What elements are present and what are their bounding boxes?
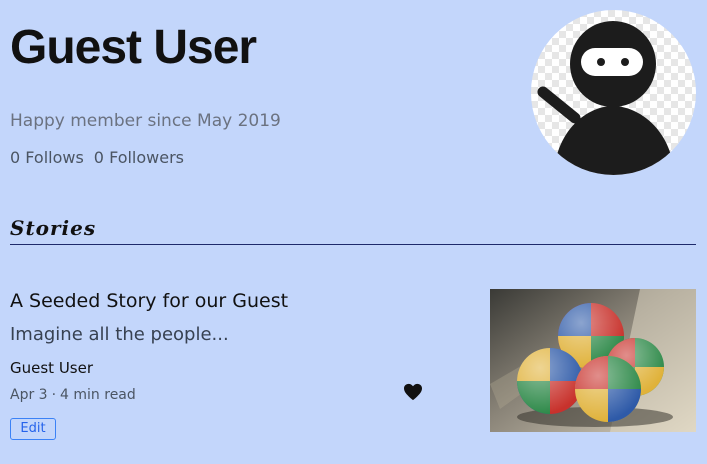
followers-count-link[interactable]: 0 Followers [94,146,184,170]
juggling-balls-image [490,289,696,432]
section-divider [10,244,696,245]
story-subtitle: Imagine all the people... [10,324,229,345]
story-read-time: 4 min read [60,387,136,403]
follow-stats: 0 Follows 0 Followers [10,146,184,170]
member-since-text: Happy member since May 2019 [10,111,281,131]
story-image[interactable] [490,289,696,432]
stories-heading: Stories [10,216,97,240]
story-title-link[interactable]: A Seeded Story for our Guest [10,287,288,315]
avatar [531,10,696,175]
edit-button[interactable]: Edit [10,418,56,440]
follows-count-link[interactable]: 0 Follows [10,146,84,170]
heart-icon[interactable] [403,383,423,401]
ninja-avatar-icon [537,21,675,175]
story-author[interactable]: Guest User [10,357,93,379]
story-meta: Apr 3 · 4 min read [10,384,136,406]
story-date: Apr 3 [10,387,48,403]
meta-separator: · [51,387,57,403]
profile-name: Guest User [10,21,257,74]
